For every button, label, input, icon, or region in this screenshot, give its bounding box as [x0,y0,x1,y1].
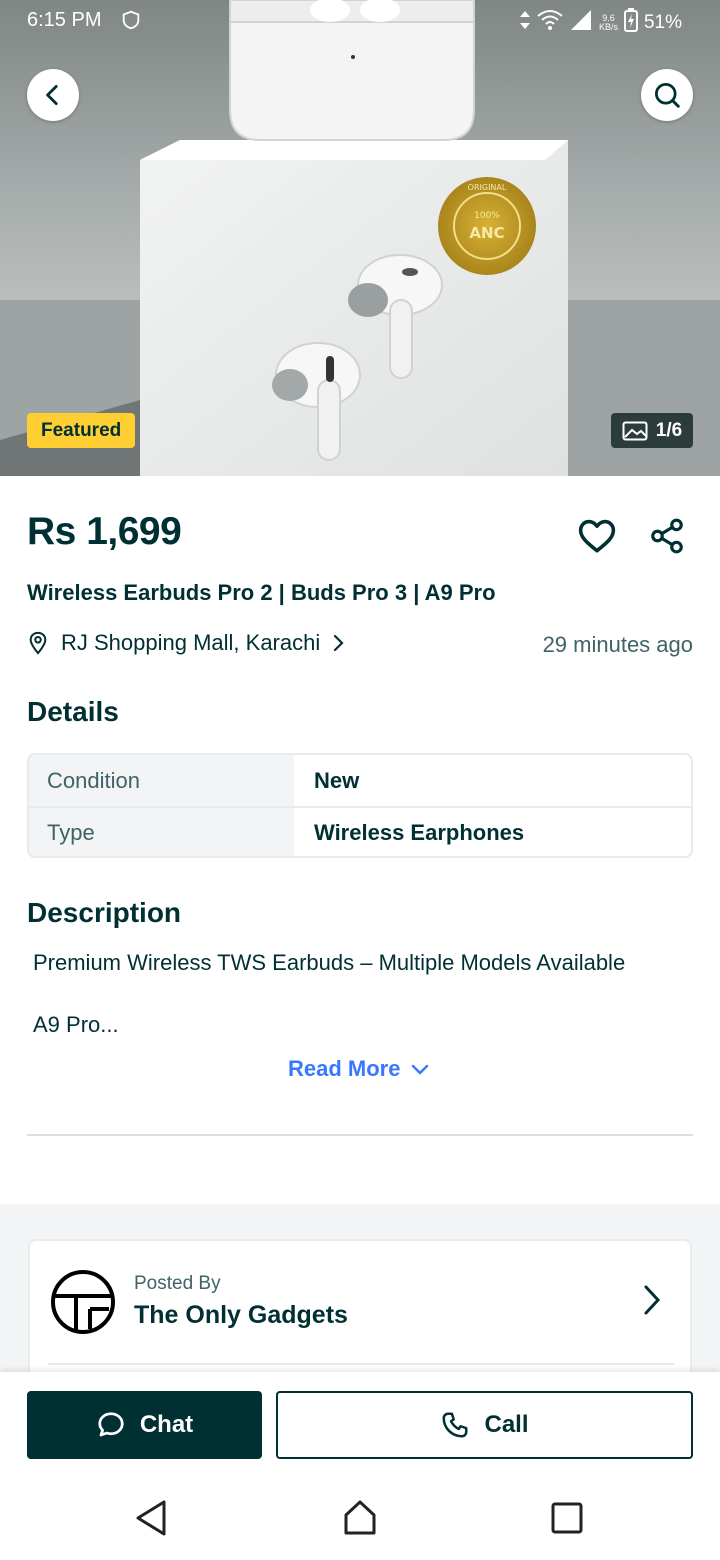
chat-button[interactable]: Chat [27,1391,262,1459]
search-icon [655,83,680,108]
call-button[interactable]: Call [276,1391,693,1459]
product-image-gallery[interactable]: 100% ANC ORIGINAL 6:15 PM 9.6 KB/s 51% F… [0,0,720,476]
svg-text:100%: 100% [474,211,500,221]
gallery-icon [622,421,648,440]
location-pin-icon [29,631,47,655]
listing-price: Rs 1,699 [27,510,182,553]
description-line-2: A9 Pro... [33,1012,119,1037]
chat-icon [98,1412,124,1437]
nav-back-icon[interactable] [133,1498,169,1538]
heart-icon [578,519,616,553]
read-more-label: Read More [288,1056,401,1081]
status-bar: 6:15 PM 9.6 KB/s 51% [0,0,720,42]
details-row-condition: Condition New [29,755,691,806]
call-label: Call [484,1411,529,1438]
chat-label: Chat [139,1411,194,1438]
battery-icon [623,8,638,38]
location-text: RJ Shopping Mall, Karachi [61,630,321,655]
bottom-action-bar: Chat Call [0,1372,720,1560]
details-value: Wireless Earphones [314,819,525,845]
nav-home-icon[interactable] [342,1498,378,1538]
seller-name: The Only Gadgets [134,1301,348,1329]
net-speed: 9.6 KB/s [599,14,618,32]
chevron-right-icon [334,634,344,652]
details-key: Type [29,808,294,856]
posted-time: 29 minutes ago [542,632,693,657]
details-heading: Details [27,696,119,727]
image-counter[interactable]: 1/6 [611,413,693,448]
signal-icon [569,9,593,37]
shield-icon [120,9,142,36]
description-line-1: Premium Wireless TWS Earbuds – Multiple … [33,950,626,975]
read-more-button[interactable]: Read More [288,1056,430,1082]
battery-level: 51% [643,12,682,33]
details-row-type: Type Wireless Earphones [29,806,691,856]
card-divider [48,1363,674,1365]
image-counter-text: 1/6 [655,419,683,441]
seller-card[interactable]: Posted By The Only Gadgets [28,1239,692,1379]
seller-avatar [51,1270,115,1334]
system-nav-bar [0,1484,720,1560]
data-arrows-icon [519,10,531,36]
svg-text:ORIGINAL: ORIGINAL [468,183,507,192]
search-button[interactable] [641,69,693,121]
nav-recents-icon[interactable] [550,1498,584,1538]
details-table: Condition New Type Wireless Earphones [27,753,693,858]
chevron-right-icon [644,1285,661,1315]
product-photo: 100% ANC ORIGINAL [0,0,720,476]
share-icon [651,518,683,554]
svg-text:ANC: ANC [469,224,504,242]
section-divider [27,1134,693,1136]
favorite-button[interactable] [576,515,618,557]
description-heading: Description [27,897,182,928]
share-button[interactable] [646,515,688,557]
chevron-left-icon [46,84,58,106]
chevron-down-icon [412,1064,429,1075]
status-time: 6:15 PM [27,9,102,31]
details-key: Condition [29,755,294,806]
net-speed-unit: KB/s [598,22,618,32]
back-button[interactable] [27,69,79,121]
wifi-icon [537,9,563,37]
listing-title: Wireless Earbuds Pro 2 | Buds Pro 3 | A9… [27,580,496,605]
posted-by-label: Posted By [134,1273,221,1294]
status-icons: 9.6 KB/s 51% [519,8,682,38]
location-link[interactable]: RJ Shopping Mall, Karachi [27,630,346,656]
details-value: New [314,767,360,793]
phone-icon [442,1412,468,1438]
featured-badge: Featured [27,413,136,448]
